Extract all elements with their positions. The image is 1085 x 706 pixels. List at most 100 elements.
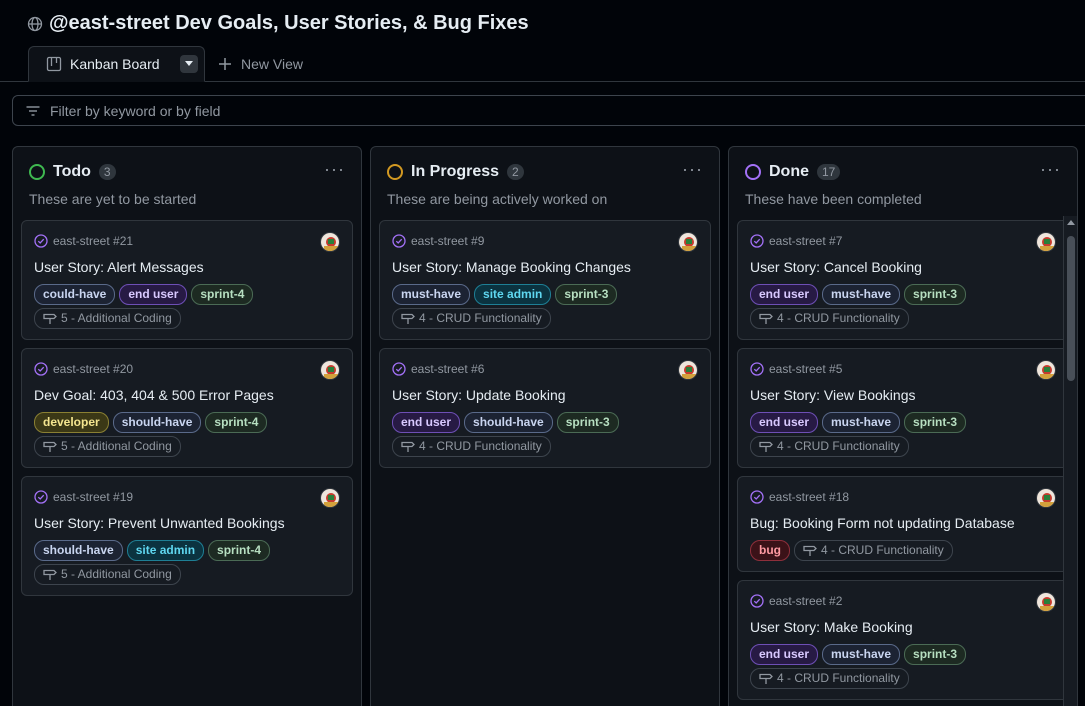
column-options-icon[interactable]: ··· [324,159,345,180]
scroll-up-arrow[interactable] [1067,220,1075,225]
label-must-have[interactable]: must-have [822,644,901,665]
label-developer[interactable]: developer [34,412,109,433]
issue-reference[interactable]: east-street #5 [750,362,842,376]
label-must-have[interactable]: must-have [392,284,471,305]
label-sprint-4[interactable]: sprint-4 [208,540,271,561]
issue-card[interactable]: east-street #20 Dev Goal: 403, 404 & 500 … [21,348,353,468]
milestone-label: 4 - CRUD Functionality [777,671,900,685]
new-view-button[interactable]: New View [218,46,303,82]
filter-placeholder: Filter by keyword or by field [50,102,221,119]
issue-title[interactable]: User Story: Update Booking [392,387,566,403]
label-end-user[interactable]: end user [750,644,819,665]
label-end-user[interactable]: end user [750,284,819,305]
assignee-avatar[interactable] [320,488,340,508]
issue-title[interactable]: User Story: Cancel Booking [750,259,922,275]
label-must-have[interactable]: must-have [822,284,901,305]
issue-reference[interactable]: east-street #9 [392,234,484,248]
issue-card[interactable]: east-street #18 Bug: Booking Form not upd… [737,476,1069,572]
label-sprint-4[interactable]: sprint-4 [205,412,268,433]
label-end-user[interactable]: end user [119,284,188,305]
issue-card[interactable]: east-street #6 User Story: Update Booking… [379,348,711,468]
assignee-avatar[interactable] [1036,488,1056,508]
assignee-avatar[interactable] [320,232,340,252]
user-avatar-icon [1037,233,1055,251]
assignee-avatar[interactable] [678,232,698,252]
issue-closed-icon [750,234,764,248]
issue-reference[interactable]: east-street #7 [750,234,842,248]
assignee-avatar[interactable] [678,360,698,380]
milestone-badge[interactable]: 5 - Additional Coding [34,308,181,329]
issue-reference[interactable]: east-street #21 [34,234,133,248]
assignee-avatar[interactable] [1036,592,1056,612]
tab-kanban-board[interactable]: Kanban Board [28,46,205,82]
milestone-badge[interactable]: 5 - Additional Coding [34,436,181,457]
label-site-admin[interactable]: site admin [126,540,205,561]
label-sprint-3[interactable]: sprint-3 [556,412,619,433]
issue-labels: end user must-have sprint-3 [750,284,967,305]
issue-title[interactable]: Bug: Booking Form not updating Database [750,515,1015,531]
label-sprint-3[interactable]: sprint-3 [904,644,967,665]
issue-card[interactable]: east-street #21 User Story: Alert Message… [21,220,353,340]
triangle-down-icon [184,61,193,66]
milestone-label: 4 - CRUD Functionality [419,439,542,453]
assignee-avatar[interactable] [320,360,340,380]
issue-card[interactable]: east-street #19 User Story: Prevent Unwan… [21,476,353,596]
issue-reference[interactable]: east-street #2 [750,594,842,608]
issue-title[interactable]: User Story: Prevent Unwanted Bookings [34,515,285,531]
issue-labels: could-have end user sprint-4 [34,284,254,305]
issue-title[interactable]: Dev Goal: 403, 404 & 500 Error Pages [34,387,274,403]
status-circle-icon [29,164,45,180]
issue-title[interactable]: User Story: Make Booking [750,619,913,635]
label-sprint-4[interactable]: sprint-4 [191,284,254,305]
status-circle-icon [387,164,403,180]
label-should-have[interactable]: should-have [34,540,123,561]
label-must-have[interactable]: must-have [822,412,901,433]
assignee-avatar[interactable] [1036,360,1056,380]
issue-labels: bug 4 - CRUD Functionality [750,540,953,561]
label-could-have[interactable]: could-have [34,284,116,305]
issue-reference[interactable]: east-street #19 [34,490,133,504]
issue-number: east-street #9 [411,234,485,248]
issue-title[interactable]: User Story: View Bookings [750,387,915,403]
milestone-badge[interactable]: 5 - Additional Coding [34,564,181,585]
assignee-avatar[interactable] [1036,232,1056,252]
issue-number: east-street #21 [53,234,134,248]
milestone-badge[interactable]: 4 - CRUD Functionality [750,668,909,689]
globe-icon [27,16,43,31]
column-options-icon[interactable]: ··· [682,159,703,180]
status-circle-icon [745,164,761,180]
milestone-icon [43,441,57,452]
issue-card[interactable]: east-street #7 User Story: Cancel Booking… [737,220,1069,340]
milestone-badge[interactable]: 4 - CRUD Functionality [392,436,551,457]
label-end-user[interactable]: end user [392,412,461,433]
done-column-scrollbar[interactable] [1063,216,1077,706]
view-options-button[interactable] [179,55,198,73]
issue-title[interactable]: User Story: Alert Messages [34,259,204,275]
label-bug[interactable]: bug [750,540,790,561]
issue-reference[interactable]: east-street #20 [34,362,133,376]
issue-number: east-street #18 [769,490,850,504]
issue-reference[interactable]: east-street #18 [750,490,849,504]
tab-label: Kanban Board [70,56,160,72]
label-site-admin[interactable]: site admin [474,284,552,305]
issue-card[interactable]: east-street #5 User Story: View Bookings e… [737,348,1069,468]
user-avatar-icon [1037,489,1055,507]
milestone-badge[interactable]: 4 - CRUD Functionality [392,308,551,329]
issue-title[interactable]: User Story: Manage Booking Changes [392,259,631,275]
milestone-badge[interactable]: 4 - CRUD Functionality [750,436,909,457]
label-should-have[interactable]: should-have [464,412,553,433]
issue-card[interactable]: east-street #9 User Story: Manage Booking… [379,220,711,340]
milestone-badge[interactable]: 4 - CRUD Functionality [794,540,953,561]
label-end-user[interactable]: end user [750,412,819,433]
issue-closed-icon [750,362,764,376]
label-sprint-3[interactable]: sprint-3 [904,412,967,433]
filter-input[interactable]: Filter by keyword or by field [12,95,1085,126]
scroll-thumb[interactable] [1067,236,1075,381]
issue-card[interactable]: east-street #2 User Story: Make Booking en… [737,580,1069,700]
label-sprint-3[interactable]: sprint-3 [555,284,618,305]
milestone-badge[interactable]: 4 - CRUD Functionality [750,308,909,329]
label-sprint-3[interactable]: sprint-3 [904,284,967,305]
issue-reference[interactable]: east-street #6 [392,362,484,376]
column-options-icon[interactable]: ··· [1040,159,1061,180]
label-should-have[interactable]: should-have [112,412,202,433]
